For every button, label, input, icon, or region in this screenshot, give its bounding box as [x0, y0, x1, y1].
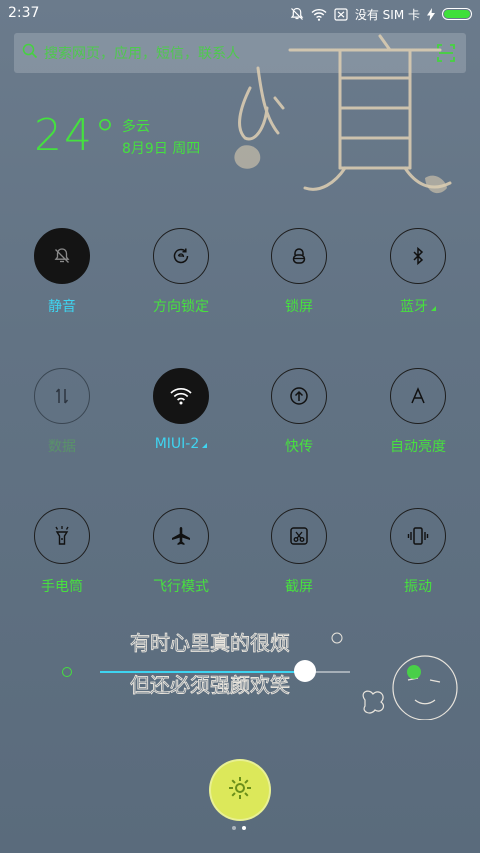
toggle-vibrate-label: 振动: [404, 579, 432, 595]
search-placeholder: 搜索网页，应用，短信，联系人: [44, 46, 240, 62]
toggle-flashlight[interactable]: 手电筒: [2, 508, 122, 596]
toggle-rotation-label: 方向锁定: [153, 299, 209, 315]
weather-details: 多云 8月9日 周四: [122, 116, 200, 160]
data-icon[interactable]: [34, 368, 90, 424]
toggle-transfer[interactable]: 快传: [239, 368, 359, 456]
page-dot-active: [242, 826, 246, 830]
weather-widget[interactable]: 24°: [34, 110, 118, 161]
status-icons: 没有 SIM 卡: [290, 4, 472, 24]
toggle-airplane[interactable]: 飞行模式: [121, 508, 241, 596]
auto-brightness-icon[interactable]: [390, 368, 446, 424]
battery-icon: [442, 8, 472, 20]
wallpaper-decoration: [230, 28, 470, 198]
toggle-bluetooth-label: 蓝牙: [358, 296, 478, 316]
search-icon: [22, 43, 38, 63]
toggle-rotation[interactable]: 方向锁定: [121, 228, 241, 316]
status-time: 2:37: [8, 5, 40, 21]
brightness-knob[interactable]: [294, 660, 316, 682]
airplane-icon[interactable]: [153, 508, 209, 564]
toggle-flashlight-label: 手电筒: [41, 579, 83, 595]
toggle-wifi-label: MIUI-2: [121, 436, 241, 452]
brightness-low-icon: [62, 667, 72, 677]
transfer-icon[interactable]: [271, 368, 327, 424]
toggle-screenshot[interactable]: 截屏: [239, 508, 359, 596]
gear-icon: [227, 775, 253, 805]
rotation-lock-icon[interactable]: [153, 228, 209, 284]
carrier-text: 没有 SIM 卡: [354, 7, 420, 22]
wallpaper-line-1: 有时心里真的很烦: [130, 631, 290, 655]
toggle-screenshot-label: 截屏: [285, 579, 313, 595]
vibrate-icon[interactable]: [390, 508, 446, 564]
charging-icon: [427, 7, 435, 21]
lock-icon[interactable]: [271, 228, 327, 284]
toggle-lock-label: 锁屏: [285, 299, 313, 315]
more-indicator-icon: [431, 306, 436, 311]
flashlight-icon[interactable]: [34, 508, 90, 564]
toggle-mute[interactable]: 静音: [2, 228, 122, 316]
toggle-auto-brightness-label: 自动亮度: [390, 439, 446, 455]
page-dot: [232, 826, 236, 830]
toggle-vibrate[interactable]: 振动: [358, 508, 478, 596]
brightness-slider[interactable]: [58, 660, 350, 684]
weather-condition: 多云: [122, 119, 150, 135]
toggle-data[interactable]: 数据: [2, 368, 122, 456]
more-indicator-icon: [202, 443, 208, 448]
toggle-lock[interactable]: 锁屏: [239, 228, 359, 316]
toggle-auto-brightness[interactable]: 自动亮度: [358, 368, 478, 456]
silent-bell-icon: [290, 7, 304, 21]
toggle-transfer-label: 快传: [285, 439, 313, 455]
bluetooth-icon[interactable]: [390, 228, 446, 284]
toggle-airplane-label: 飞行模式: [153, 579, 209, 595]
status-bar: 2:37 没有 SIM 卡: [0, 0, 480, 28]
weather-date: 8月9日 周四: [122, 141, 201, 157]
toggle-data-label: 数据: [48, 439, 76, 455]
temperature: 24°: [34, 110, 118, 161]
toggle-mute-label: 静音: [48, 299, 76, 315]
screenshot-icon[interactable]: [271, 508, 327, 564]
settings-button[interactable]: [209, 759, 271, 821]
wifi-icon[interactable]: [153, 368, 209, 424]
toggle-wifi[interactable]: MIUI-2: [121, 368, 241, 452]
wifi-icon: [311, 8, 327, 21]
toggle-bluetooth[interactable]: 蓝牙: [358, 228, 478, 316]
mute-icon[interactable]: [34, 228, 90, 284]
page-indicator: [232, 826, 246, 830]
no-sim-icon: [334, 7, 348, 21]
